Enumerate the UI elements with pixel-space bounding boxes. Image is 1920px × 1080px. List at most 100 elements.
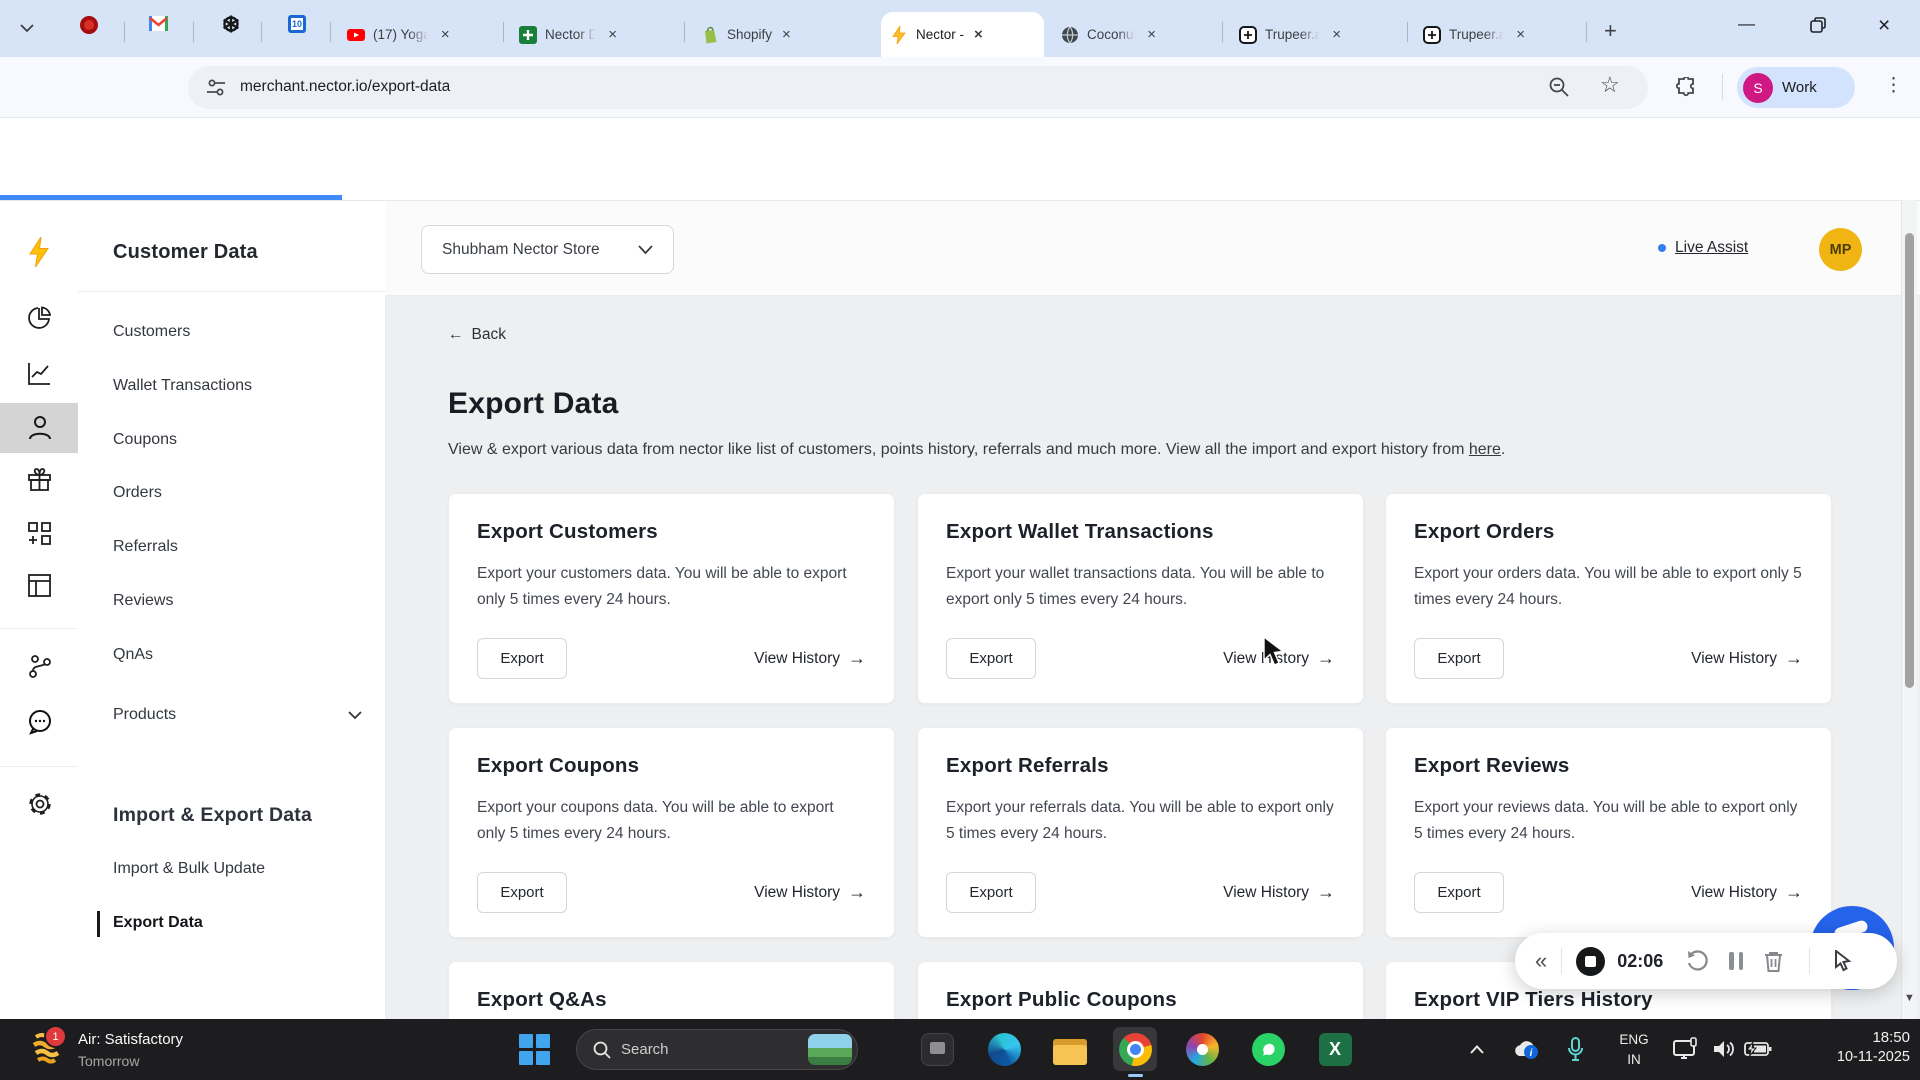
weather-headline[interactable]: Air: Satisfactory [78,1031,183,1048]
view-history-link[interactable]: View History → [754,648,866,669]
tab-close-icon[interactable]: × [439,26,452,43]
tab-close-icon[interactable]: × [1514,26,1527,43]
sidebar-item-export-data[interactable]: Export Data [113,914,203,932]
battery-charging-icon[interactable] [1740,1031,1776,1067]
settings-gear-icon[interactable] [27,791,53,817]
stop-recording-button[interactable] [1576,946,1606,976]
profile-chip[interactable]: S Work [1737,67,1855,108]
nector-logo-lightning-icon[interactable] [26,237,52,267]
sidebar-item-import-bulk-update[interactable]: Import & Bulk Update [113,860,265,878]
card-title: Export Wallet Transactions [946,520,1214,543]
taskbar-app-chrome[interactable] [1117,1031,1153,1067]
restart-recording-icon[interactable] [1686,949,1709,973]
export-button[interactable]: Export [477,638,567,679]
tab-close-icon[interactable]: × [780,26,793,43]
window-close-button[interactable]: × [1878,14,1890,38]
view-history-link[interactable]: View History → [1691,882,1803,903]
line-chart-icon[interactable] [27,361,52,386]
scrollbar-thumb[interactable] [1905,233,1914,688]
view-history-link[interactable]: View History → [754,882,866,903]
sidebar-item-customers[interactable]: Customers [113,323,190,341]
taskbar-app-recorder[interactable] [919,1031,955,1067]
onedrive-cloud-icon[interactable]: i [1508,1031,1544,1067]
sidebar-item-referrals[interactable]: Referrals [113,538,178,556]
view-history-link[interactable]: View History → [1223,882,1335,903]
taskbar-search[interactable]: Search [576,1029,858,1070]
git-branch-icon[interactable] [27,654,52,679]
user-avatar[interactable]: MP [1819,228,1862,271]
site-settings-icon[interactable] [206,78,226,97]
chat-support-icon[interactable] [27,709,53,735]
microphone-icon[interactable] [1557,1031,1593,1067]
store-selector[interactable]: Shubham Nector Store [421,225,674,274]
sidebar-item-wallet-transactions[interactable]: Wallet Transactions [113,377,252,395]
back-link[interactable]: ← Back [448,326,506,344]
window-restore-button[interactable] [1810,17,1826,33]
view-history-link[interactable]: View History → [1691,648,1803,669]
sidebar-item-products[interactable]: Products [113,706,176,724]
extensions-icon[interactable] [1676,77,1697,98]
tab-nector-sheet[interactable]: Nector D × [510,12,694,57]
taskbar-app-whatsapp[interactable] [1250,1031,1286,1067]
volume-icon[interactable] [1706,1031,1742,1067]
language-indicator[interactable]: ENG IN [1614,1030,1654,1069]
bookmark-star-icon[interactable]: ☆ [1600,72,1620,98]
weather-subline[interactable]: Tomorrow [78,1053,139,1069]
taskbar-app-photos[interactable] [1184,1031,1220,1067]
new-tab-button[interactable]: + [1604,18,1617,44]
tab-trupeer-2[interactable]: Trupeer.a × [1414,12,1596,57]
tray-chevron-up-icon[interactable] [1459,1031,1495,1067]
export-button[interactable]: Export [1414,638,1504,679]
integrations-grid-icon[interactable] [27,521,52,546]
url-text[interactable]: merchant.nector.io/export-data [240,78,450,96]
tab-trupeer-1[interactable]: Trupeer.a × [1230,12,1416,57]
taskbar-app-excel[interactable]: X [1317,1031,1353,1067]
taskbar-app-file-explorer[interactable] [1052,1031,1088,1067]
sidebar-item-qnas[interactable]: QnAs [113,646,153,664]
pinned-tab-recorder[interactable] [80,16,98,34]
chevron-down-icon[interactable] [348,711,362,720]
pinned-tab-gmail[interactable] [149,16,168,31]
rewards-gift-icon[interactable] [27,467,52,492]
sidebar-item-coupons[interactable]: Coupons [113,431,177,449]
pinned-tab-calendar[interactable]: 10 [288,15,306,33]
zoom-out-icon[interactable] [1548,76,1570,98]
pinned-tab-chatgpt[interactable] [221,14,241,34]
taskbar-app-edge[interactable] [986,1031,1022,1067]
window-minimize-button[interactable]: — [1738,14,1755,34]
export-button[interactable]: Export [1414,872,1504,913]
shopify-icon [705,26,717,43]
tab-nector-active[interactable]: Nector - × [881,12,1044,57]
live-assist-link[interactable]: Live Assist [1658,239,1748,257]
tab-close-icon[interactable]: × [972,26,985,43]
tab-close-icon[interactable]: × [606,26,619,43]
scrollbar-down-icon[interactable]: ▼ [1904,992,1915,1004]
pages-layout-icon[interactable] [27,573,52,598]
cursor-tool-icon[interactable] [1833,950,1853,972]
profile-avatar: S [1743,72,1773,103]
browser-menu-icon[interactable]: ⋮ [1884,74,1903,97]
tab-close-icon[interactable]: × [1145,26,1158,43]
display-connect-icon[interactable] [1668,1031,1704,1067]
tab-shopify[interactable]: Shopify × [692,12,872,57]
pause-recording-button[interactable] [1729,952,1744,970]
recorder-icon [80,16,98,34]
pie-chart-icon[interactable] [27,306,52,331]
tab-coconut[interactable]: Coconut × [1052,12,1232,57]
page-scrollbar[interactable]: ▼ [1901,200,1917,1019]
arrow-right-icon: → [1317,648,1335,668]
start-button[interactable] [519,1034,550,1065]
export-button[interactable]: Export [946,638,1036,679]
tab-search-chevron-icon[interactable] [20,24,34,33]
history-link[interactable]: here [1469,441,1501,458]
delete-recording-icon[interactable] [1763,950,1784,973]
tab-youtube[interactable]: (17) Yoga × [338,12,516,57]
taskbar-clock[interactable]: 18:50 10-11-2025 [1837,1029,1910,1065]
sidebar-item-orders[interactable]: Orders [113,484,162,502]
sidebar-item-reviews[interactable]: Reviews [113,592,173,610]
tab-close-icon[interactable]: × [1330,26,1343,43]
export-button[interactable]: Export [477,872,567,913]
collapse-icon[interactable]: « [1535,948,1547,974]
export-button[interactable]: Export [946,872,1036,913]
customers-person-icon[interactable] [27,414,53,440]
